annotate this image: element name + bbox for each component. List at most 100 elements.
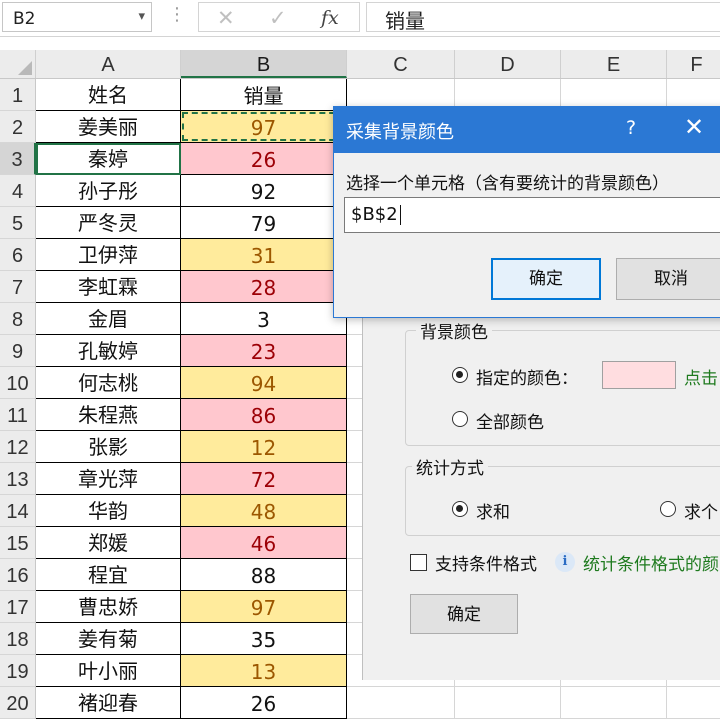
row-header[interactable]: 16	[0, 559, 36, 591]
sales-cell[interactable]: 28	[181, 271, 347, 303]
name-cell[interactable]: 姜有菊	[36, 623, 181, 655]
row-header[interactable]: 18	[0, 623, 36, 655]
name-cell[interactable]: 叶小丽	[36, 655, 181, 687]
color-swatch[interactable]	[602, 361, 676, 389]
row-header[interactable]: 13	[0, 463, 36, 495]
row-header[interactable]: 5	[0, 207, 36, 239]
column-header-a[interactable]: A	[36, 50, 181, 78]
ok-button[interactable]: 确定	[491, 258, 601, 300]
row-header[interactable]: 9	[0, 335, 36, 367]
sales-cell[interactable]: 97	[181, 111, 347, 143]
name-cell[interactable]: 严冬灵	[36, 207, 181, 239]
name-cell[interactable]: 张影	[36, 431, 181, 463]
sales-cell[interactable]: 94	[181, 367, 347, 399]
all-colors-label: 全部颜色	[476, 413, 544, 433]
count-radio[interactable]	[660, 501, 676, 517]
row-header[interactable]: 17	[0, 591, 36, 623]
row-header[interactable]: 6	[0, 239, 36, 271]
row-header[interactable]: 11	[0, 399, 36, 431]
row-header[interactable]: 12	[0, 431, 36, 463]
formula-input[interactable]: 销量	[366, 2, 720, 33]
name-cell[interactable]: 程宜	[36, 559, 181, 591]
column-header-c[interactable]: C	[347, 50, 455, 78]
sales-cell[interactable]: 23	[181, 335, 347, 367]
empty-cell[interactable]	[667, 687, 720, 719]
sales-cell[interactable]: 46	[181, 527, 347, 559]
sales-cell[interactable]: 79	[181, 207, 347, 239]
close-icon[interactable]: ✕	[684, 113, 704, 141]
sales-cell[interactable]: 72	[181, 463, 347, 495]
sales-cell[interactable]: 88	[181, 559, 347, 591]
pick-color-link[interactable]: 点击	[684, 364, 718, 389]
row-header[interactable]: 3	[0, 143, 36, 175]
empty-cell[interactable]	[561, 687, 667, 719]
name-cell[interactable]: 李虹霖	[36, 271, 181, 303]
specified-color-label: 指定的颜色：	[476, 369, 578, 389]
column-header-e[interactable]: E	[561, 50, 667, 78]
name-cell[interactable]: 何志桃	[36, 367, 181, 399]
chevron-down-icon[interactable]: ▾	[138, 9, 145, 24]
row-header[interactable]: 20	[0, 687, 36, 719]
name-cell[interactable]: 孙子彤	[36, 175, 181, 207]
sum-radio[interactable]	[452, 501, 468, 517]
row-header[interactable]: 1	[0, 79, 36, 111]
row-header[interactable]: 14	[0, 495, 36, 527]
sales-cell[interactable]: 26	[181, 687, 347, 719]
cell-reference-input[interactable]: $B$2	[344, 197, 720, 233]
count-label: 求个	[684, 503, 718, 523]
support-conditional-format-checkbox[interactable]	[410, 554, 427, 571]
row-header[interactable]: 10	[0, 367, 36, 399]
sales-cell[interactable]: 31	[181, 239, 347, 271]
empty-cell[interactable]	[347, 687, 455, 719]
name-cell[interactable]: 褚迎春	[36, 687, 181, 719]
column-header-f[interactable]: F	[667, 50, 720, 78]
sales-cell[interactable]: 13	[181, 655, 347, 687]
row-header[interactable]: 4	[0, 175, 36, 207]
name-cell[interactable]: 朱程燕	[36, 399, 181, 431]
header-cell-sales[interactable]: 销量	[181, 79, 347, 111]
dialog-titlebar: 采集背景颜色 ? ✕	[334, 107, 720, 153]
insert-function-icon[interactable]: fx	[321, 7, 339, 29]
sales-cell[interactable]: 86	[181, 399, 347, 431]
column-header-b[interactable]: B	[181, 50, 347, 78]
check-icon[interactable]: ✓	[269, 6, 287, 30]
row-header[interactable]: 7	[0, 271, 36, 303]
name-box[interactable]: B2 ▾	[2, 2, 152, 32]
name-cell[interactable]: 姜美丽	[36, 111, 181, 143]
header-cell-name[interactable]: 姓名	[36, 79, 181, 111]
sales-cell[interactable]: 92	[181, 175, 347, 207]
name-cell[interactable]: 章光萍	[36, 463, 181, 495]
row-header[interactable]: 15	[0, 527, 36, 559]
sales-cell[interactable]: 26	[181, 143, 347, 175]
all-colors-radio[interactable]	[452, 411, 468, 427]
info-icon: i	[555, 552, 575, 572]
back-ok-button[interactable]: 确定	[410, 594, 518, 634]
cancel-button[interactable]: 取消	[616, 258, 720, 300]
row-header[interactable]: 2	[0, 111, 36, 143]
cancel-icon[interactable]: ✕	[217, 6, 235, 30]
name-cell[interactable]: 曹忠娇	[36, 591, 181, 623]
sales-cell[interactable]: 35	[181, 623, 347, 655]
name-cell[interactable]: 华韵	[36, 495, 181, 527]
row-header[interactable]: 8	[0, 303, 36, 335]
column-header-d[interactable]: D	[455, 50, 561, 78]
name-cell[interactable]: 金眉	[36, 303, 181, 335]
sales-cell[interactable]: 48	[181, 495, 347, 527]
specified-color-radio[interactable]	[452, 367, 468, 383]
empty-cell[interactable]	[455, 687, 561, 719]
row-header[interactable]: 19	[0, 655, 36, 687]
sales-cell[interactable]: 97	[181, 591, 347, 623]
dialog-prompt: 选择一个单元格（含有要统计的背景颜色）	[346, 174, 669, 194]
sales-cell[interactable]: 12	[181, 431, 347, 463]
formula-value: 销量	[385, 9, 425, 33]
sales-cell[interactable]: 3	[181, 303, 347, 335]
name-cell[interactable]: 秦婷	[36, 143, 181, 175]
name-cell[interactable]: 孔敏婷	[36, 335, 181, 367]
help-icon[interactable]: ?	[626, 117, 636, 139]
name-cell[interactable]: 郑媛	[36, 527, 181, 559]
sum-label: 求和	[476, 503, 510, 523]
name-cell[interactable]: 卫伊萍	[36, 239, 181, 271]
conditional-format-info-text: 统计条件格式的颜	[583, 555, 719, 575]
collect-background-color-dialog: 采集背景颜色 ? ✕ 选择一个单元格（含有要统计的背景颜色） $B$2 确定 取…	[333, 106, 720, 318]
select-all-button[interactable]	[0, 50, 36, 78]
